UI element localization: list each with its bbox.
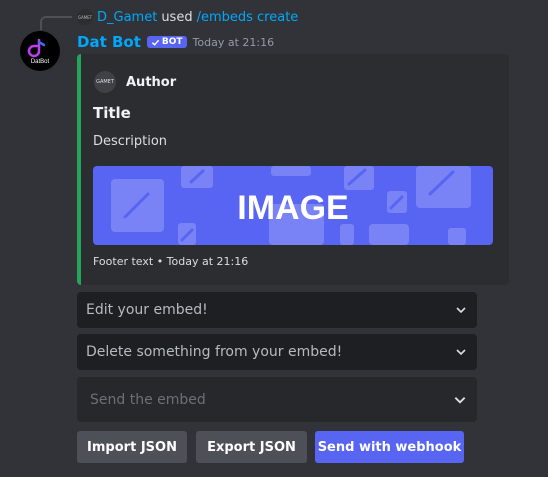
embed-author-icon: GAMET xyxy=(94,71,116,93)
reply-avatar[interactable]: GAMET xyxy=(77,9,93,25)
embed-image[interactable]: IMAGE xyxy=(93,166,493,245)
edit-embed-select[interactable]: Edit your embed! xyxy=(77,292,477,328)
chevron-down-icon xyxy=(456,349,466,356)
embed-description: Description xyxy=(93,134,168,149)
reply-used-text: used xyxy=(161,9,193,25)
bot-avatar-label: DatBot xyxy=(31,59,50,65)
embed-image-text: IMAGE xyxy=(237,189,348,227)
bot-avatar[interactable]: DatBot xyxy=(20,31,60,71)
embed-footer: Footer text • Today at 21:16 xyxy=(93,255,249,268)
reply-context[interactable]: GAMET D_Gamet used /embeds create xyxy=(77,9,298,25)
send-with-webhook-button[interactable]: Send with webhook xyxy=(315,431,464,463)
embed: GAMET Author Title Description IMAGE Foo… xyxy=(77,54,509,285)
embed-author: GAMET Author xyxy=(94,71,176,93)
reply-connector xyxy=(40,16,72,30)
reply-command[interactable]: /embeds create xyxy=(197,10,299,25)
reply-username[interactable]: D_Gamet xyxy=(97,10,157,25)
delete-from-embed-select[interactable]: Delete something from your embed! xyxy=(77,334,477,370)
embed-author-name: Author xyxy=(126,74,177,90)
export-json-button[interactable]: Export JSON xyxy=(196,431,307,463)
message-header: Dat Bot BOT Today at 21:16 xyxy=(77,32,274,52)
import-json-button[interactable]: Import JSON xyxy=(77,431,187,463)
select-placeholder: Edit your embed! xyxy=(86,302,208,318)
bot-badge: BOT xyxy=(146,36,187,48)
send-embed-select[interactable]: Send the embed xyxy=(77,377,477,422)
chevron-down-icon xyxy=(454,396,466,404)
embed-title: Title xyxy=(93,104,131,122)
checkmark-icon xyxy=(151,39,160,46)
select-placeholder: Delete something from your embed! xyxy=(86,344,343,360)
message-timestamp[interactable]: Today at 21:16 xyxy=(193,36,275,49)
bot-username[interactable]: Dat Bot xyxy=(77,33,141,51)
chevron-down-icon xyxy=(456,307,466,314)
bot-badge-label: BOT xyxy=(161,37,183,47)
select-placeholder: Send the embed xyxy=(90,391,206,408)
